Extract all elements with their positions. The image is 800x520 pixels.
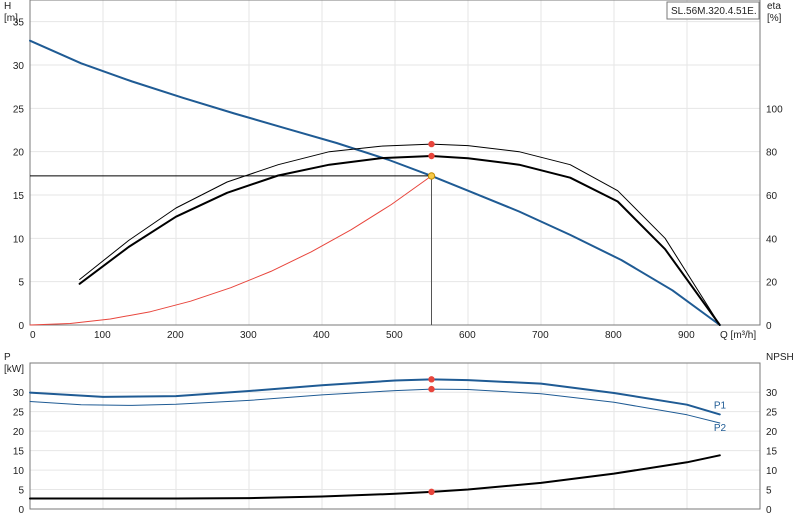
bottom-ylabel-left-line2: [kW] — [4, 364, 24, 375]
top-ylabel-left-line2: [m] — [4, 13, 18, 24]
operating-point-marker — [427, 172, 436, 180]
bottom-series — [29, 378, 721, 500]
y-tick-label-left: 25 — [13, 408, 25, 419]
x-tick-label: 600 — [459, 330, 476, 341]
y-tick-label-left: 15 — [13, 191, 25, 202]
operating-point-marker — [428, 140, 435, 148]
top-y-ticks-right: 0 20 40 60 80 100 — [766, 104, 783, 332]
y-tick-label-right: 100 — [766, 104, 783, 115]
top-y-ticks-left: 05101520253035 — [13, 18, 25, 332]
bottom-markers — [428, 376, 435, 496]
y-tick-label-right: 60 — [766, 191, 778, 202]
y-tick-label-right: 20 — [766, 427, 778, 438]
y-tick-label-left: 15 — [13, 447, 25, 458]
top-ylabel-left-line1: H — [4, 1, 11, 12]
top-ylabel-right-line2: [%] — [767, 13, 782, 24]
y-tick-label-right: 40 — [766, 234, 778, 245]
bottom-y-ticks-right: 0 5 10 15 20 25 30 — [766, 388, 778, 516]
bottom-ylabel-left-line1: P — [4, 352, 11, 363]
y-tick-label-left: 25 — [13, 104, 25, 115]
x-tick-label: 100 — [94, 330, 111, 341]
top-ylabel-right-line1: eta — [767, 1, 781, 12]
y-tick-label-right: 0 — [766, 321, 772, 332]
x-tick-label: 400 — [313, 330, 330, 341]
x-tick-label: 0 — [30, 330, 36, 341]
y-tick-label-right: 80 — [766, 148, 778, 159]
y-tick-label-left: 10 — [13, 466, 25, 477]
top-markers — [427, 140, 436, 180]
y-tick-label-left: 5 — [18, 278, 24, 289]
x-tick-label: 200 — [167, 330, 184, 341]
x-tick-label: 800 — [605, 330, 622, 341]
y-tick-label-right: 25 — [766, 408, 778, 419]
y-tick-label-left: 10 — [13, 234, 25, 245]
x-tick-label: 300 — [240, 330, 257, 341]
series-line-npsh-2 — [29, 454, 721, 500]
y-tick-label-right: 20 — [766, 278, 778, 289]
y-tick-label-left: 0 — [18, 321, 24, 332]
series-label-p1: P1 — [714, 400, 727, 411]
bottom-grid — [30, 363, 760, 509]
y-tick-label-right: 10 — [766, 466, 778, 477]
operating-point-marker — [428, 152, 435, 160]
bottom-y-ticks-left: 0 5 10 15 20 25 30 — [13, 388, 25, 516]
x-tick-label: 900 — [678, 330, 695, 341]
top-series — [29, 39, 721, 326]
series-line-system-3 — [29, 175, 432, 326]
bottom-ylabel-right-line1: NPSH — [766, 352, 794, 363]
operating-point-marker — [428, 385, 435, 393]
y-tick-label-left: 5 — [18, 486, 24, 497]
y-tick-label-left: 0 — [18, 505, 24, 516]
y-tick-label-left: 30 — [13, 388, 25, 399]
chart-title: SL.56M.320.4.51E. — [671, 6, 757, 17]
y-tick-label-right: 30 — [766, 388, 778, 399]
series-line-power-0 — [29, 378, 721, 416]
x-tick-label: 700 — [532, 330, 549, 341]
y-tick-label-right: 5 — [766, 486, 772, 497]
y-tick-label-left: 30 — [13, 61, 25, 72]
bottom-plot: 0 5 10 15 20 25 30 0 5 10 15 20 25 30 P1 P2 P [kW] NP… — [4, 352, 794, 516]
operating-point-marker — [428, 488, 435, 496]
series-label-p2: P2 — [714, 423, 727, 434]
top-x-ticks: 0 100 200 300 400 500 600 700 800 900 — [30, 330, 695, 341]
x-tick-label: 500 — [386, 330, 403, 341]
pump-curve-chart: 0 100 200 300 400 500 600 700 800 900 05101520253… — [4, 0, 794, 516]
top-plot: 0 100 200 300 400 500 600 700 800 900 05101520253… — [4, 0, 783, 341]
operating-point-marker — [428, 376, 435, 383]
series-line-head-0 — [29, 39, 721, 326]
y-tick-label-left: 20 — [13, 148, 25, 159]
top-xlabel: Q [m³/h] — [720, 330, 756, 341]
y-tick-label-right: 0 — [766, 505, 772, 516]
bottom-series-labels: P1 P2 — [714, 400, 727, 434]
y-tick-label-left: 20 — [13, 427, 25, 438]
y-tick-label-right: 15 — [766, 447, 778, 458]
